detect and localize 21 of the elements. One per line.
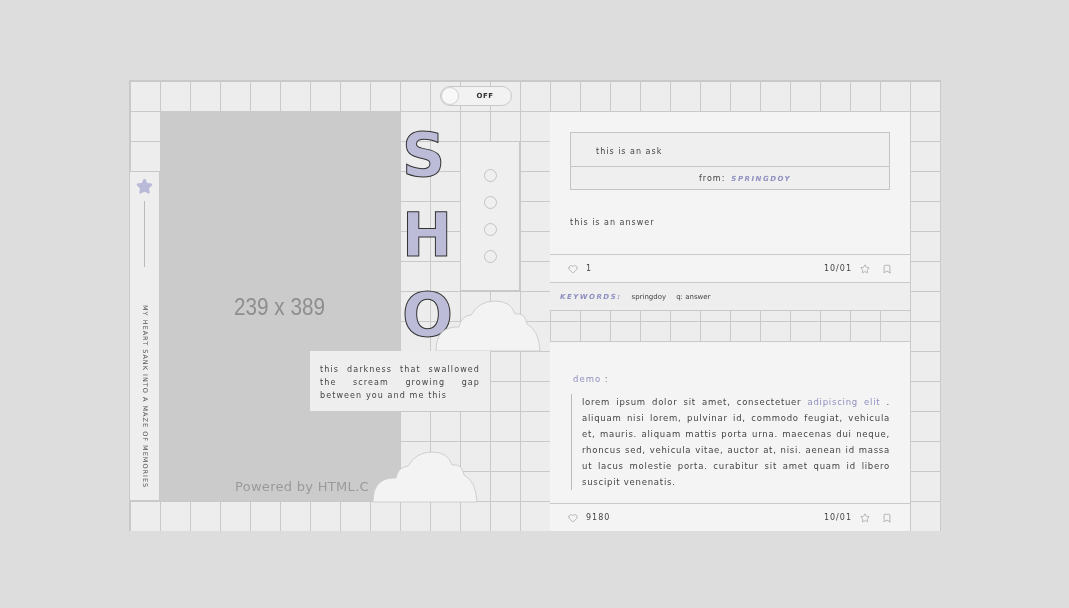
star-icon[interactable] [860, 263, 870, 274]
post-title: demo : [573, 374, 610, 384]
star-icon [136, 178, 153, 195]
from-label: from: [699, 174, 726, 183]
big-letter: H [401, 199, 454, 272]
bookmark-icon[interactable] [882, 512, 892, 523]
size-label: 239 x 389 [234, 294, 326, 321]
big-letter: O [401, 279, 454, 352]
star-icon[interactable] [860, 512, 870, 523]
like-count: 9180 [586, 513, 611, 522]
bookmark-icon[interactable] [882, 263, 892, 274]
heart-icon[interactable] [568, 263, 578, 274]
quote-text: lorem ipsum dolor sit amet, consectetuer adipiscing elit . aliquam nisi lorem, pulvinar id, commodo feugiat, vehicula et, mauris. aliquam mattis porta urna. maecenas dui neque, rhoncus sed, vehicula vitae, auctor at, nisi. aenean id massa ut lacus molestie porta. curabitur sit amet quam id libero suscipit venenatis. [571, 394, 890, 490]
post-date: 10/01 [823, 264, 852, 273]
big-letter: S [401, 119, 447, 192]
heart-icon[interactable] [568, 512, 578, 523]
ask-text: this is an ask [571, 133, 889, 167]
post-date: 10/01 [823, 513, 852, 522]
answer-text: this is an answer [570, 218, 656, 227]
like-count: 1 [586, 264, 593, 273]
caption-text: this darkness that swallowed the scream growing gap between you and me this [310, 351, 490, 411]
